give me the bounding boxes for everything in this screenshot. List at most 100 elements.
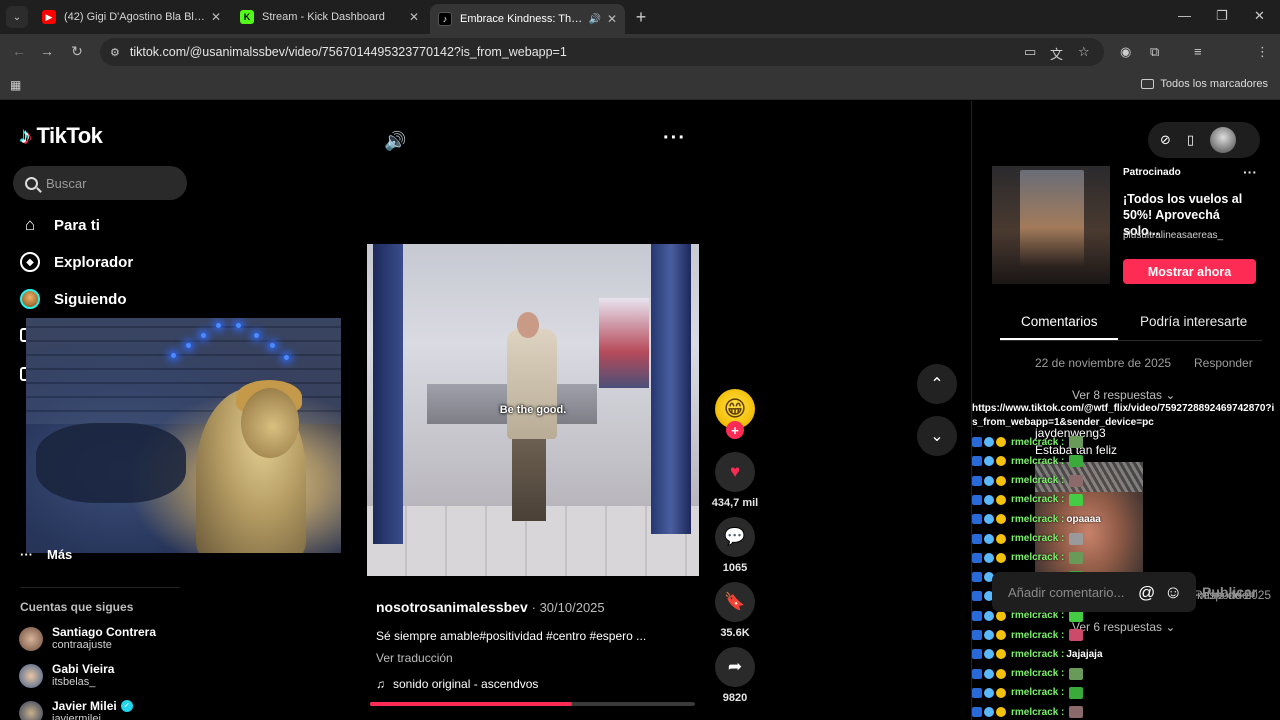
tab-comments[interactable]: Comentarios <box>1021 314 1098 329</box>
mention-icon[interactable]: @ <box>1138 583 1155 603</box>
search-input[interactable]: Buscar <box>13 166 187 200</box>
video-author-row[interactable]: nosotrosanimalessbev · 30/10/2025 <box>376 599 605 615</box>
emoji-icon[interactable]: ☺ <box>1164 582 1182 603</box>
close-icon[interactable]: ✕ <box>409 10 419 24</box>
bookmark-star-icon[interactable]: ☆ <box>1078 44 1090 60</box>
led-light <box>216 323 221 328</box>
nav-for-you[interactable]: ⌂ Para ti <box>20 215 100 235</box>
site-info-icon[interactable]: ⚙ <box>110 46 120 59</box>
video-poster <box>599 298 649 388</box>
minimize-button[interactable]: — <box>1178 8 1191 23</box>
new-tab-button[interactable]: + <box>632 8 650 26</box>
incognito-icon[interactable]: ◉ <box>1120 44 1131 60</box>
view-replies-button[interactable]: Ver 6 respuestas ⌄ <box>1072 620 1175 634</box>
badge-icon <box>996 668 1006 679</box>
tiktok-logo[interactable]: ♪ TikTok <box>20 123 103 149</box>
tab-tiktok[interactable]: ♪ Embrace Kindness: The Pow 🔊 ✕ <box>430 4 625 34</box>
followed-account[interactable]: Santiago Contrera contraajuste <box>19 625 156 652</box>
sound-link[interactable]: ♫ sonido original - ascendvos <box>376 677 538 691</box>
led-light <box>284 355 289 360</box>
badge-icon <box>972 533 982 544</box>
tab-search-button[interactable]: ⌄ <box>6 6 28 28</box>
close-icon[interactable]: ✕ <box>607 12 617 26</box>
brand-name: TikTok <box>36 123 103 148</box>
badge-icon <box>984 514 994 525</box>
compass-icon[interactable]: ⊘ <box>1160 132 1171 148</box>
extensions-icon[interactable]: ⧉ <box>1150 44 1159 60</box>
back-button[interactable]: ← <box>10 43 28 59</box>
view-toggle[interactable]: ⊘ ▯ <box>1148 122 1260 158</box>
nav-more[interactable]: ··· Más <box>20 547 72 562</box>
close-window-button[interactable]: ✕ <box>1254 8 1265 24</box>
search-icon <box>25 176 38 190</box>
install-app-icon[interactable]: ▭ <box>1024 44 1036 60</box>
video-progress-fill <box>370 702 572 706</box>
menu-icon[interactable]: ⋮ <box>1256 44 1269 60</box>
phone-icon[interactable]: ▯ <box>1187 132 1194 148</box>
divider <box>20 587 180 588</box>
chat-username: rmelcrack : <box>1011 436 1065 448</box>
account-handle: itsbelas_ <box>52 676 96 688</box>
badge-icon <box>972 707 982 718</box>
follow-plus-button[interactable]: + <box>726 421 744 439</box>
chat-username: rmelcrack : <box>1011 668 1065 680</box>
ad-domain: plusultralineasaereas_ <box>1123 230 1224 241</box>
share-button[interactable]: ➦ 9820 <box>715 647 755 704</box>
speaker-icon[interactable]: 🔊 <box>588 14 600 25</box>
more-options-icon[interactable]: ··· <box>663 127 686 150</box>
share-icon: ➦ <box>727 657 743 676</box>
volume-icon[interactable]: 🔊 <box>384 131 406 152</box>
translate-icon[interactable]: 文 <box>1050 44 1063 63</box>
emote-icon <box>1069 532 1084 545</box>
previous-video-button[interactable]: ⌃ <box>917 364 957 404</box>
apps-grid-icon[interactable]: ▦ <box>10 78 21 92</box>
led-light <box>254 333 259 338</box>
nav-following[interactable]: Siguiendo <box>20 289 127 309</box>
video-description: Sé siempre amable#positividad #centro #e… <box>376 629 647 643</box>
ad-cta-button[interactable]: Mostrar ahora <box>1123 259 1256 284</box>
ad-thumbnail[interactable] <box>992 166 1110 284</box>
heart-icon: ♥ <box>729 462 741 481</box>
followed-account[interactable]: Gabi Vieira itsbelas_ <box>19 662 114 689</box>
chevron-down-icon: ⌄ <box>1165 388 1176 402</box>
restore-button[interactable]: ❐ <box>1216 8 1228 24</box>
video-door-frame <box>373 244 403 544</box>
next-video-button[interactable]: ⌄ <box>917 416 957 456</box>
badge-icon <box>996 687 1006 698</box>
chat-message: rmelcrack : <box>972 474 1084 488</box>
forward-button[interactable]: → <box>38 43 56 59</box>
tab-may-interest[interactable]: Podría interesarte <box>1140 314 1247 329</box>
video-progress-bar[interactable] <box>370 702 695 706</box>
active-tab-indicator <box>1000 338 1118 340</box>
view-replies-label: Ver 6 respuestas <box>1072 620 1163 634</box>
author-name[interactable]: nosotrosanimalessbev <box>376 599 528 615</box>
translate-link[interactable]: Ver traducción <box>376 651 453 665</box>
comment-button[interactable]: 💬 1065 <box>715 517 755 574</box>
all-bookmarks-button[interactable]: Todos los marcadores <box>1141 78 1268 90</box>
reply-button[interactable]: Responder <box>1194 356 1253 370</box>
tab-youtube[interactable]: ▶ (42) Gigi D'Agostino Bla Bla Bla ✕ <box>34 4 229 30</box>
post-button[interactable]: Publicar <box>1202 584 1257 600</box>
badge-icon <box>996 475 1006 486</box>
chevron-up-icon: ⌃ <box>930 376 944 393</box>
like-button[interactable]: ♥ 434,7 mil <box>712 452 758 509</box>
reload-button[interactable]: ↻ <box>68 43 86 60</box>
badge-icon <box>996 707 1006 718</box>
video-player[interactable]: Be the good. <box>367 244 699 576</box>
save-button[interactable]: 🔖 35.6K <box>715 582 755 639</box>
nav-label: Más <box>47 547 73 562</box>
media-controls-icon[interactable]: ≡ <box>1194 44 1202 59</box>
like-count: 434,7 mil <box>711 497 759 509</box>
followed-account[interactable]: Javier Milei ✓ javiermilei <box>19 699 133 720</box>
view-replies-button[interactable]: Ver 8 respuestas ⌄ <box>1072 388 1175 402</box>
address-bar[interactable]: ⚙ tiktok.com/@usanimalssbev/video/756701… <box>100 38 1104 66</box>
tab-kick[interactable]: K Stream - Kick Dashboard ✕ <box>232 4 427 30</box>
streamer-webcam-overlay <box>26 318 341 553</box>
nav-explore[interactable]: ◆ Explorador <box>20 252 133 272</box>
emote-icon <box>1069 436 1084 448</box>
badge-icon <box>972 456 982 467</box>
close-icon[interactable]: ✕ <box>211 10 221 24</box>
account-handle: javiermilei <box>52 713 101 720</box>
avatar[interactable] <box>1210 127 1237 153</box>
ad-more-icon[interactable]: ··· <box>1243 164 1257 180</box>
